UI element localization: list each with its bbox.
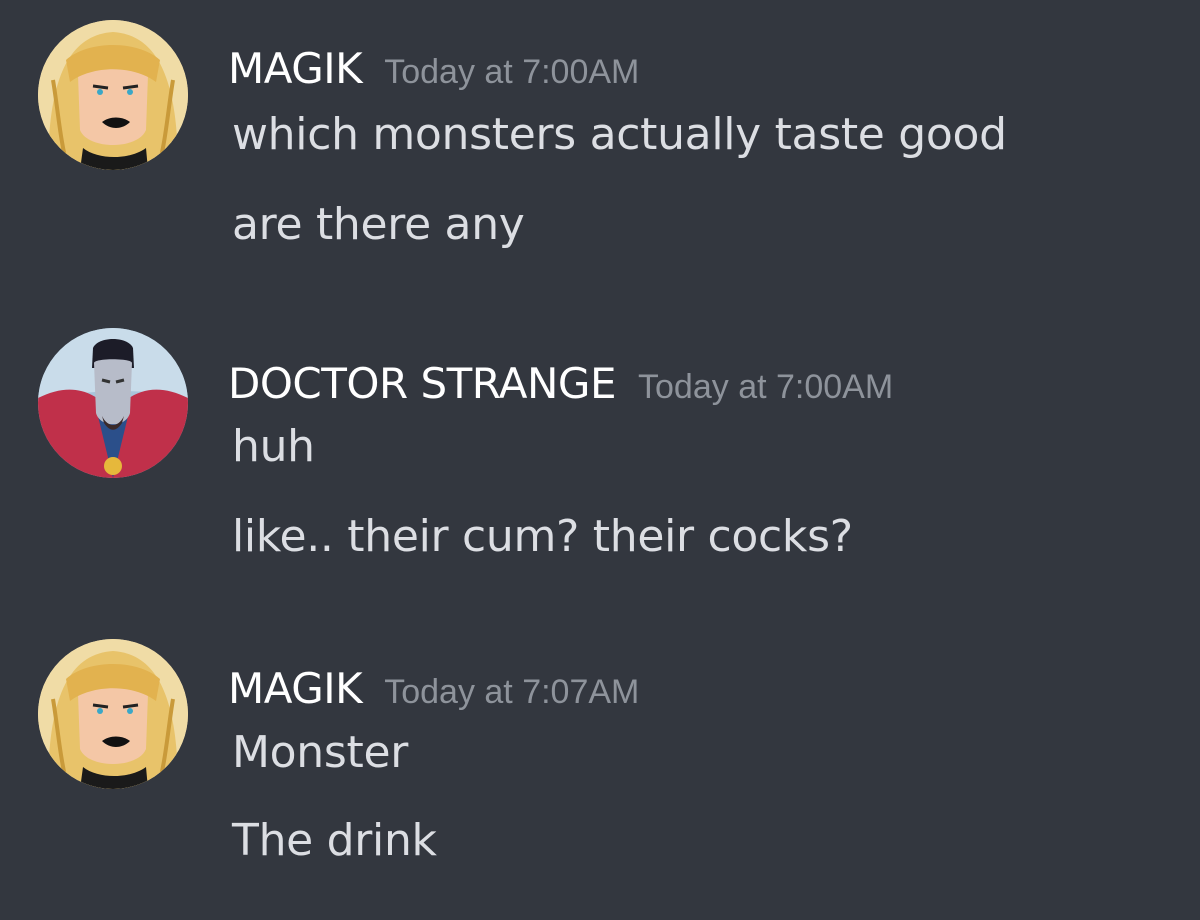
avatar[interactable] <box>38 328 188 478</box>
message-text: The drink <box>232 815 437 866</box>
message-text: are there any <box>232 199 525 250</box>
username[interactable]: MAGIK <box>228 44 363 93</box>
message-text: huh <box>232 421 315 472</box>
username[interactable]: MAGIK <box>228 664 363 713</box>
avatar[interactable] <box>38 20 188 170</box>
message-header: MAGIK Today at 7:07AM <box>228 664 639 713</box>
message-header: DOCTOR STRANGE Today at 7:00AM <box>228 359 893 408</box>
avatar[interactable] <box>38 639 188 789</box>
message-header: MAGIK Today at 7:00AM <box>228 44 639 93</box>
timestamp: Today at 7:00AM <box>638 368 894 406</box>
timestamp: Today at 7:00AM <box>384 53 640 91</box>
message-text: Monster <box>232 727 409 778</box>
message-text: like.. their cum? their cocks? <box>232 511 853 562</box>
timestamp: Today at 7:07AM <box>384 673 640 711</box>
message-text: which monsters actually taste good <box>232 109 1007 160</box>
username[interactable]: DOCTOR STRANGE <box>228 359 617 408</box>
